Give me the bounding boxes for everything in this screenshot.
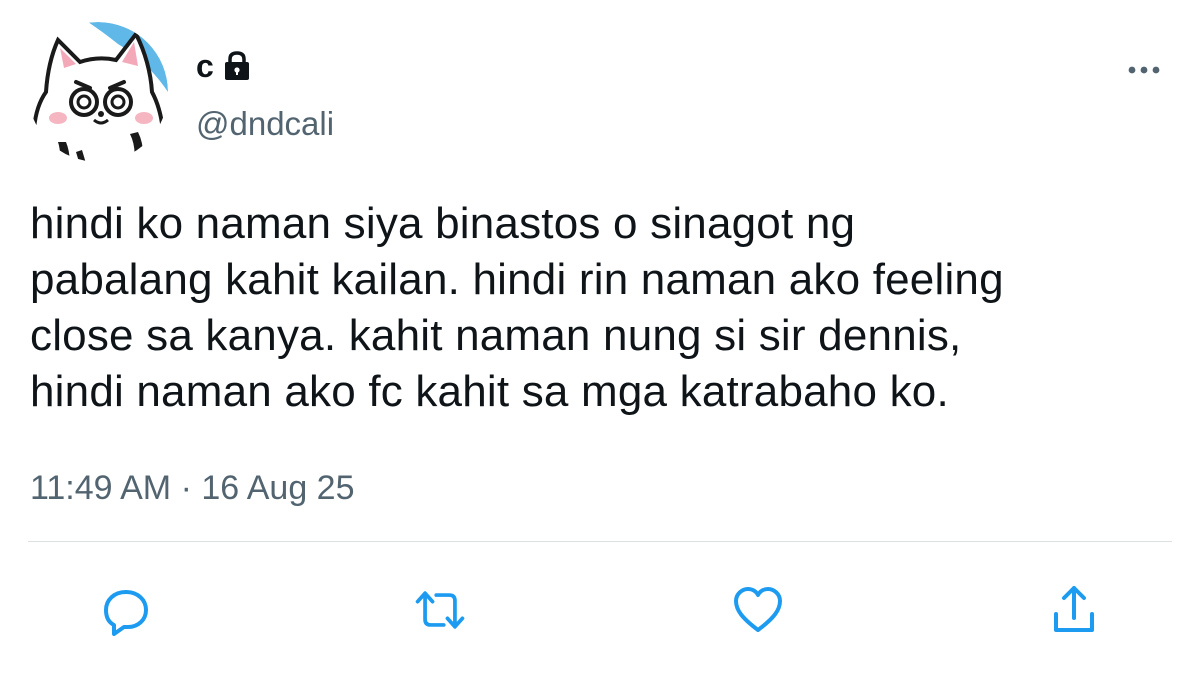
tweet-timestamp[interactable]: 11:49 AM · 16 Aug 25 bbox=[30, 466, 355, 510]
tweet-text-line: pabalang kahit kailan. hindi rin naman a… bbox=[30, 255, 1004, 304]
reply-icon bbox=[104, 590, 148, 636]
user-handle[interactable]: @dndcali bbox=[196, 104, 334, 144]
more-options-icon[interactable] bbox=[1120, 56, 1168, 84]
avatar[interactable] bbox=[28, 22, 168, 162]
heart-icon bbox=[734, 587, 782, 632]
retweet-button[interactable] bbox=[412, 582, 468, 638]
divider bbox=[28, 541, 1172, 542]
tweet-text-line: close sa kanya. kahit naman nung si sir … bbox=[30, 311, 962, 360]
reply-button[interactable] bbox=[98, 582, 154, 638]
tweet-text-line: hindi naman ako fc kahit sa mga katrabah… bbox=[30, 367, 949, 416]
tweet-text-line: hindi ko naman siya binastos o sinagot n… bbox=[30, 199, 856, 248]
display-name-row: c bbox=[196, 46, 252, 86]
action-bar bbox=[0, 582, 1200, 638]
like-button[interactable] bbox=[730, 582, 786, 638]
tweet-card: c @dndcali hindi ko naman siya binastos … bbox=[0, 0, 1200, 695]
cat-avatar-icon bbox=[28, 22, 168, 162]
share-button[interactable] bbox=[1046, 582, 1102, 638]
retweet-icon bbox=[415, 591, 465, 629]
display-name[interactable]: c bbox=[196, 46, 214, 86]
tweet-text: hindi ko naman siya binastos o sinagot n… bbox=[30, 196, 1180, 420]
share-icon bbox=[1054, 586, 1094, 632]
lock-icon bbox=[222, 50, 252, 82]
